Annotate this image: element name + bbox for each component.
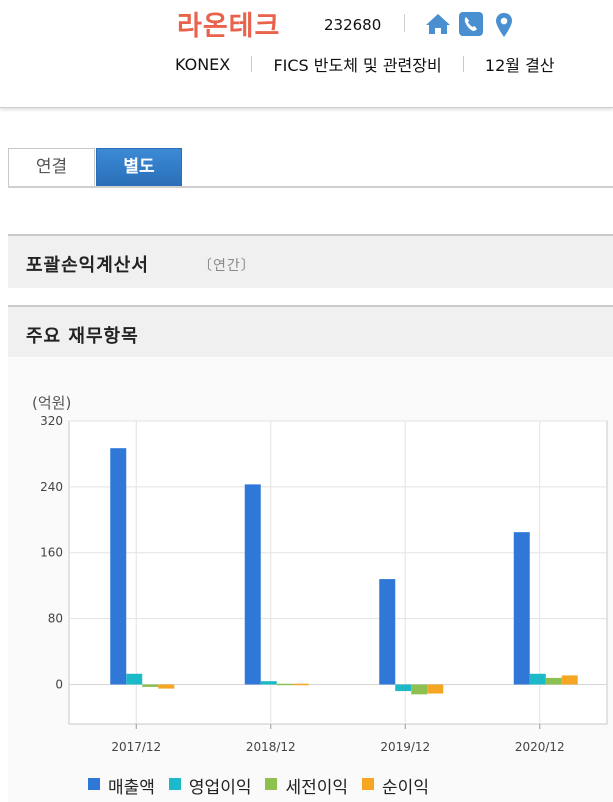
company-meta: KONEX FICS 반도체 및 관련장비 12월 결산 [175, 52, 555, 76]
financial-chart: (억원) 0 80 160 240 320 2017/12 2018/12 2019/12 20… [8, 358, 613, 802]
x-tick-label: 2020/12 [515, 740, 565, 754]
bar-3 [142, 684, 159, 687]
stock-header: 라온테크 232680 KONEX FICS 반도체 및 관련장비 12월 결산 [0, 0, 613, 108]
bar-4 [561, 675, 578, 685]
y-tick-label: 240 [40, 480, 63, 494]
y-tick-label: 160 [40, 546, 63, 560]
meta-divider [462, 56, 464, 72]
bar-1 [379, 579, 396, 685]
y-tick-label: 320 [40, 414, 63, 428]
tab-separate[interactable]: 별도 [96, 148, 182, 186]
meta-divider [251, 56, 253, 72]
legend-label: 세전이익 [285, 778, 349, 798]
statement-tabs: 연결 별도 [8, 148, 613, 188]
section-period: 〔연간〕 [198, 258, 256, 274]
chart-legend: 매출액 영업이익 세전이익 순이익 [88, 773, 443, 798]
x-tick-label: 2019/12 [380, 740, 430, 754]
legend-item[interactable]: 영업이익 [168, 773, 252, 798]
bar-1 [244, 484, 261, 685]
bar-2 [529, 673, 546, 685]
bar-3 [411, 684, 428, 695]
legend-label: 순이익 [382, 778, 429, 798]
bar-4 [427, 684, 444, 694]
phone-icon[interactable] [459, 12, 483, 36]
market-label: KONEX [175, 54, 231, 74]
legend-swatch [265, 778, 278, 790]
legend-label: 영업이익 [188, 778, 252, 798]
home-icon[interactable] [424, 12, 452, 36]
legend-swatch [168, 778, 181, 790]
major-items-header: 주요 재무항목 [8, 305, 613, 357]
x-tick-label: 2017/12 [111, 740, 161, 754]
bar-1 [110, 448, 127, 685]
tab-consolidated[interactable]: 연결 [8, 148, 95, 186]
legend-swatch [88, 778, 100, 790]
legend-label: 매출액 [108, 778, 155, 798]
income-statement-header[interactable]: 포괄손익계산서 〔연간〕 [8, 234, 613, 288]
section-title: 포괄손익계산서 [26, 255, 149, 276]
y-tick-label: 0 [55, 677, 63, 691]
company-name: 라온테크 [177, 11, 281, 42]
sector-label: FICS 반도체 및 관련장비 [273, 56, 442, 75]
bar-2 [260, 681, 277, 685]
x-tick-label: 2018/12 [246, 740, 296, 754]
bar-2 [395, 684, 412, 692]
legend-item[interactable]: 매출액 [88, 773, 155, 798]
y-tick-label: 80 [48, 612, 63, 626]
stock-code: 232680 [324, 16, 382, 34]
header-divider [404, 14, 405, 32]
bar-1 [513, 532, 530, 685]
section-title: 주요 재무항목 [26, 326, 139, 347]
bar-2 [126, 673, 143, 685]
legend-item[interactable]: 세전이익 [265, 773, 348, 798]
bar-4 [292, 683, 309, 686]
fiscal-label: 12월 결산 [484, 56, 555, 75]
legend-item[interactable]: 순이익 [362, 773, 429, 798]
bar-3 [276, 683, 293, 686]
legend-swatch [362, 778, 375, 790]
bar-3 [545, 677, 562, 685]
pin-icon[interactable] [494, 12, 514, 38]
bar-4 [158, 684, 175, 689]
chart-canvas: 0 80 160 240 320 2017/12 2018/12 2019/12 2020/12 [40, 414, 608, 754]
